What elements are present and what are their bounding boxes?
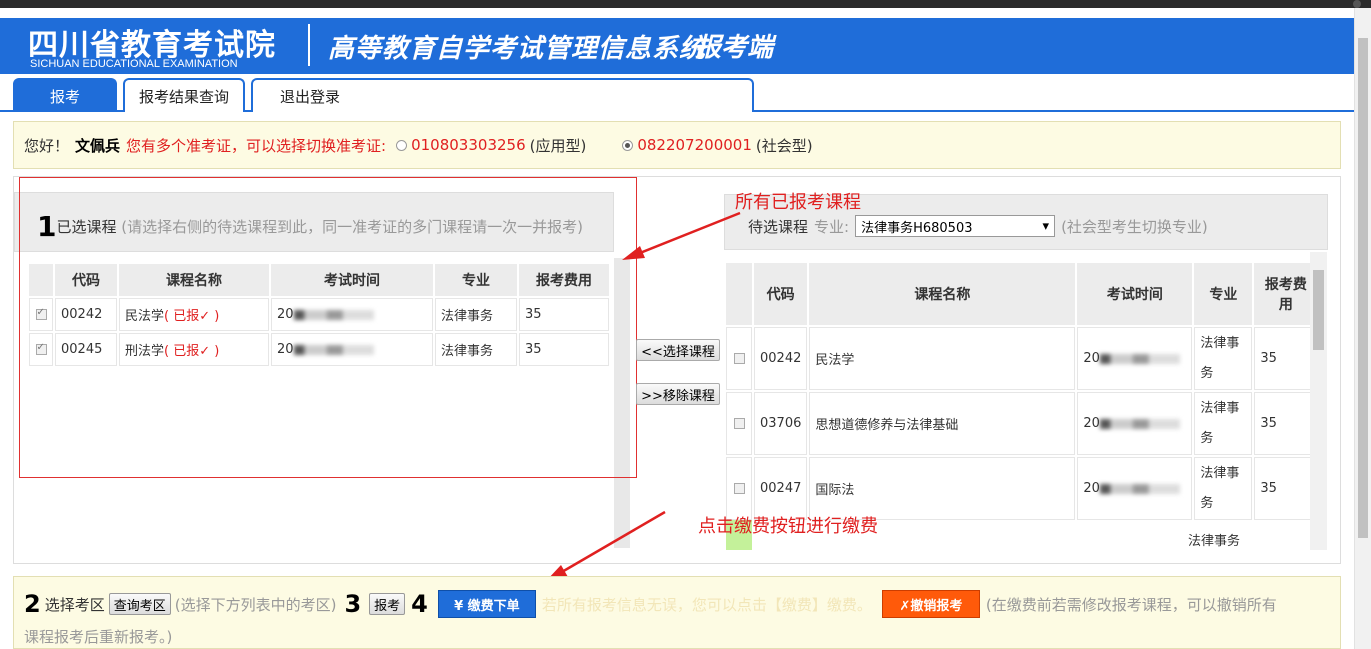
cancel-hint: (在缴费前若需修改报考课程，可以撤销所有 <box>985 595 1277 614</box>
action-row: 2 选择考区 查询考区 (选择下方列表中的考区) 3 报考 4 ¥ 缴费下单 若… <box>24 590 1277 618</box>
step-2-number: 2 <box>24 590 41 618</box>
arrow-line-2 <box>554 510 666 578</box>
pay-order-button[interactable]: ¥ 缴费下单 <box>437 590 536 618</box>
area-hint: (选择下方列表中的考区) <box>174 595 337 614</box>
arrow-head-1 <box>622 246 645 260</box>
query-area-button[interactable]: 查询考区 <box>108 593 171 615</box>
register-button[interactable]: 报考 <box>369 593 406 615</box>
step-4-number: 4 <box>411 590 428 618</box>
annotation-arrows <box>546 211 741 581</box>
select-area-label: 选择考区 <box>44 595 105 614</box>
pay-hint: 若所有报考信息无误，您可以点击【缴费】缴费。 <box>541 595 872 614</box>
arrow-line-1 <box>629 211 741 259</box>
step-3-number: 3 <box>344 590 362 618</box>
cancel-hint-line2: 课程报考后重新报考。) <box>24 628 173 646</box>
cancel-registration-button[interactable]: ✗撤销报考 <box>881 590 980 618</box>
